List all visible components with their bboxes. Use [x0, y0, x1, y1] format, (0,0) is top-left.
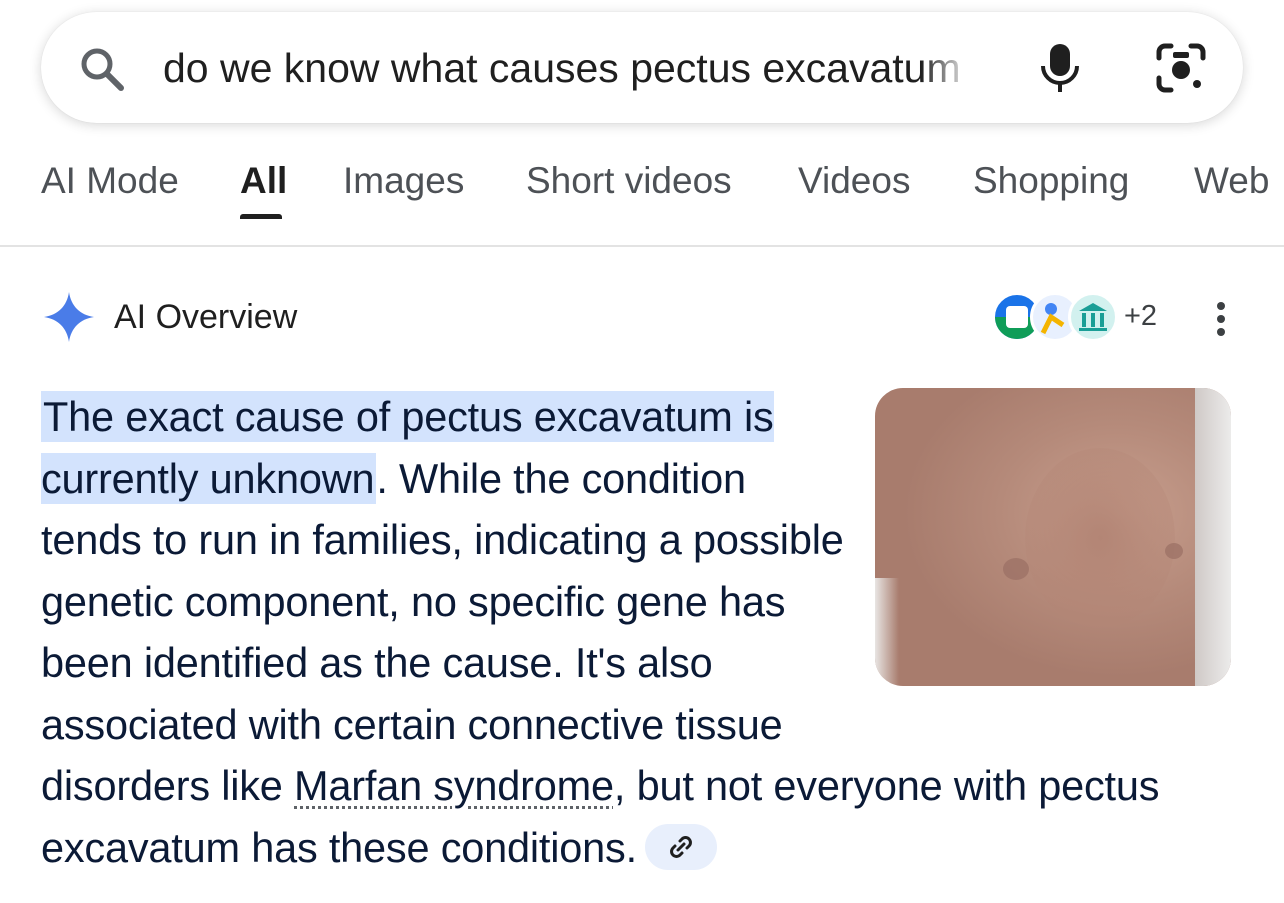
tab-shopping[interactable]: Shopping — [973, 160, 1129, 202]
tab-active-indicator — [240, 214, 282, 219]
tab-all[interactable]: All — [240, 160, 287, 202]
search-bar[interactable] — [41, 12, 1243, 123]
tab-ai-mode[interactable]: AI Mode — [41, 160, 179, 202]
camera-lens-icon[interactable] — [1155, 42, 1207, 94]
microphone-icon[interactable] — [1037, 42, 1083, 94]
tab-videos[interactable]: Videos — [798, 160, 910, 202]
link-chip[interactable] — [644, 823, 717, 870]
ai-overview-title: AI Overview — [114, 298, 298, 336]
tabs-divider — [0, 245, 1284, 247]
search-tabs: AI Mode All Images Short videos Videos S… — [0, 150, 1284, 246]
overview-text-part1: . While the condi­tion tends to run in f… — [41, 454, 844, 810]
tab-images[interactable]: Images — [343, 160, 464, 202]
search-input[interactable] — [163, 30, 969, 106]
sparkle-icon — [44, 292, 94, 342]
ai-overview-body: The exact cause of pectus excavatum is c… — [41, 386, 1231, 878]
ai-overview-header: AI Overview +2 — [42, 290, 1242, 350]
marfan-syndrome-link[interactable]: Marfan syndrome — [294, 762, 614, 809]
source-institution-icon[interactable] — [1068, 292, 1118, 342]
link-icon — [669, 835, 692, 858]
tab-web[interactable]: Web — [1194, 160, 1269, 202]
source-icons[interactable] — [992, 290, 1122, 346]
source-count[interactable]: +2 — [1124, 300, 1157, 333]
search-icon[interactable] — [77, 44, 127, 94]
more-options-icon[interactable] — [1207, 296, 1235, 342]
tab-short-videos[interactable]: Short videos — [526, 160, 732, 202]
chest-photo[interactable] — [875, 388, 1231, 686]
